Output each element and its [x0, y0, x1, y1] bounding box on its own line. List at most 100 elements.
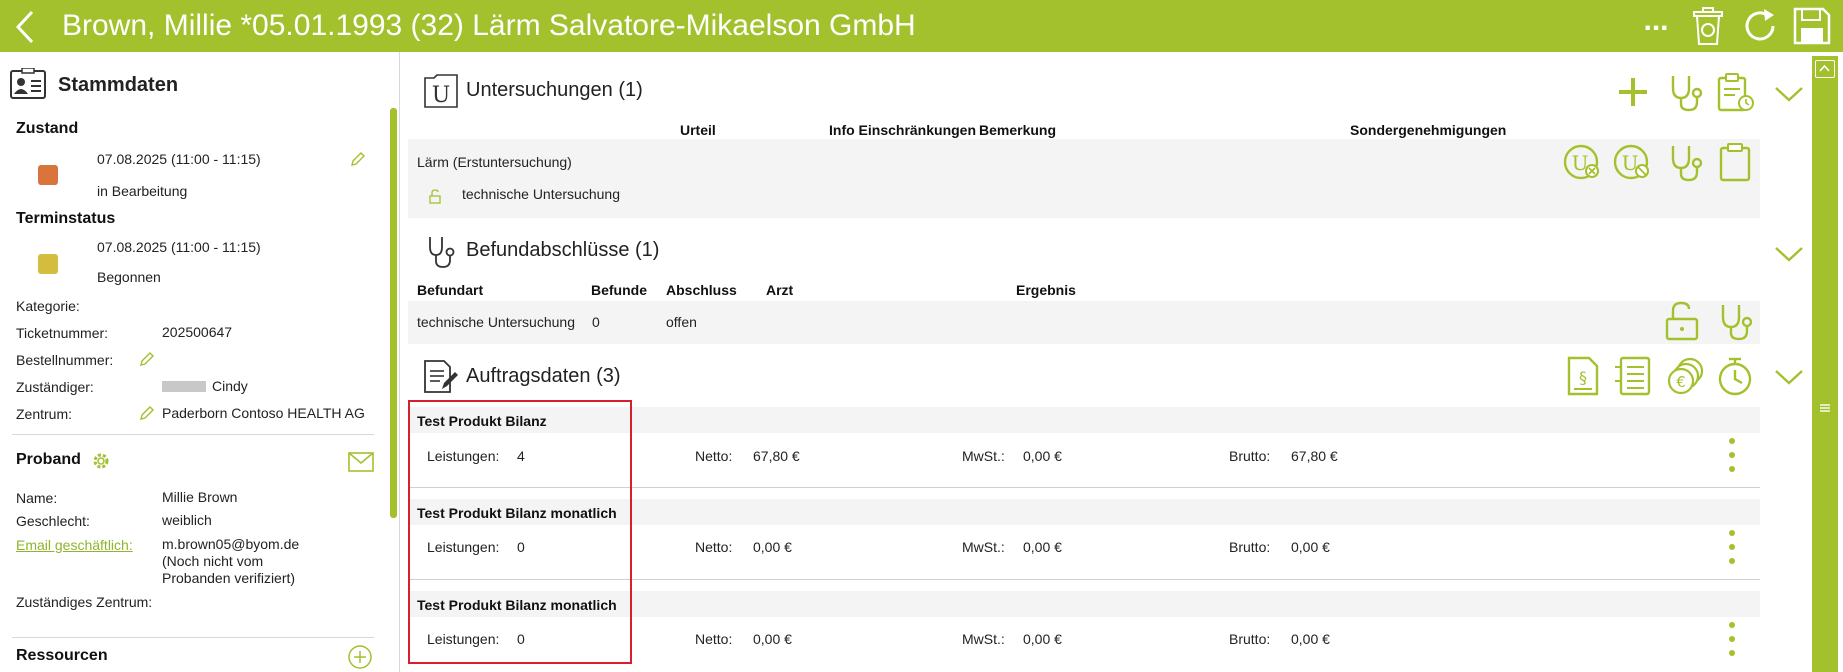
brutto-label: Brutto:: [1229, 539, 1271, 555]
stethoscope-section-icon: [429, 237, 455, 268]
urteil-block-icon[interactable]: U: [1613, 142, 1653, 182]
scroll-up-button[interactable]: [1815, 60, 1835, 78]
unlock-icon[interactable]: [1663, 301, 1703, 341]
save-icon[interactable]: [1792, 6, 1832, 46]
untersuchung-row[interactable]: [408, 139, 1760, 218]
stethoscope-icon[interactable]: [1715, 301, 1755, 341]
svg-text:€: €: [1676, 373, 1686, 391]
netto-label: Netto:: [695, 448, 733, 464]
mwst-value: 0,00 €: [1023, 539, 1062, 555]
befund-row[interactable]: [408, 301, 1760, 344]
add-circle-icon[interactable]: [348, 645, 372, 669]
zustand-status: in Bearbeitung: [97, 183, 188, 199]
edit-zentrum-pencil-icon[interactable]: [139, 405, 155, 421]
edit-bestellnummer-pencil-icon[interactable]: [139, 351, 155, 367]
zentrum-value: Paderborn Contoso HEALTH AG: [162, 405, 365, 421]
mwst-value: 0,00 €: [1023, 448, 1062, 464]
name-label: Name:: [16, 490, 58, 506]
svg-text:§: §: [1579, 368, 1587, 387]
befundabschluesse-title: Befundabschlüsse (1): [466, 239, 660, 261]
document-edit-icon: [424, 360, 458, 393]
page-title: Brown, Millie *05.01.1993 (32) Lärm Salv…: [62, 9, 916, 42]
zustaendiger-label: Zuständiger:: [16, 379, 94, 395]
edit-zustand-pencil-icon[interactable]: [350, 151, 366, 167]
divider: [12, 434, 374, 435]
add-plus-icon[interactable]: [1613, 72, 1653, 112]
kebab-menu-icon[interactable]: [1728, 529, 1736, 565]
id-card-icon: [10, 68, 46, 99]
stethoscope-icon[interactable]: [1665, 72, 1705, 112]
clipboard-icon[interactable]: [1715, 142, 1755, 182]
collapse-chevron-icon[interactable]: [1774, 244, 1804, 264]
stammdaten-title: Stammdaten: [58, 74, 179, 96]
proband-title: Proband: [16, 451, 81, 468]
refresh-icon[interactable]: [1740, 6, 1780, 46]
contract-paragraph-icon[interactable]: §: [1563, 356, 1603, 396]
col-befundart: Befundart: [417, 282, 484, 298]
zustand-date: 07.08.2025 (11:00 - 11:15): [97, 151, 261, 167]
zustaendiges-zentrum-label: Zuständiges Zentrum:: [16, 594, 153, 610]
left-scrollbar-thumb[interactable]: [390, 108, 397, 518]
kategorie-label: Kategorie:: [16, 298, 80, 314]
clipboard-schedule-icon[interactable]: [1715, 72, 1755, 112]
zentrum-label: Zentrum:: [16, 406, 73, 422]
befundart-value: technische Untersuchung: [417, 314, 575, 330]
zustaendiger-value: Cindy: [212, 378, 248, 394]
untersuchung-row-sub: technische Untersuchung: [462, 186, 620, 202]
more-options-button[interactable]: ...: [1636, 4, 1676, 44]
ticketnummer-value: 202500647: [162, 324, 233, 340]
chevron-up-icon: [1819, 64, 1830, 72]
brutto-label: Brutto:: [1229, 631, 1271, 647]
ticketnummer-label: Ticketnummer:: [16, 325, 109, 341]
netto-label: Netto:: [695, 539, 733, 555]
kebab-menu-icon[interactable]: [1728, 621, 1736, 657]
main-scrollbar[interactable]: [1812, 56, 1838, 672]
stethoscope-icon[interactable]: [1665, 142, 1705, 182]
brutto-label: Brutto:: [1229, 448, 1271, 464]
untersuchungen-title: Untersuchungen (1): [466, 79, 643, 101]
mail-icon[interactable]: [348, 452, 374, 472]
bestellnummer-label: Bestellnummer:: [16, 352, 114, 368]
col-bemerkung: Bemerkung: [979, 122, 1057, 138]
zustand-status-square: [38, 165, 58, 185]
geschlecht-label: Geschlecht:: [16, 513, 90, 529]
mwst-label: MwSt.:: [962, 631, 1005, 647]
app-header: Brown, Millie *05.01.1993 (32) Lärm Salv…: [0, 0, 1843, 52]
email-note-line1: (Noch nicht vom: [162, 553, 264, 569]
mwst-value: 0,00 €: [1023, 631, 1062, 647]
collapse-chevron-icon[interactable]: [1774, 84, 1804, 104]
brutto-value: 67,80 €: [1291, 448, 1338, 464]
email-geschaeftlich-link[interactable]: Email geschäftlich:: [16, 537, 133, 553]
email-value: m.brown05@byom.de: [162, 536, 300, 552]
col-info-einschraenkungen: Info Einschränkungen: [829, 122, 977, 138]
mwst-label: MwSt.:: [962, 539, 1005, 555]
collapse-chevron-icon[interactable]: [1774, 367, 1804, 387]
list-document-icon[interactable]: [1613, 356, 1653, 396]
stopwatch-icon[interactable]: [1715, 356, 1755, 396]
gear-icon[interactable]: [92, 452, 110, 470]
netto-label: Netto:: [695, 631, 733, 647]
kebab-menu-icon[interactable]: [1728, 437, 1736, 473]
netto-value: 0,00 €: [753, 539, 792, 555]
terminstatus-date: 07.08.2025 (11:00 - 11:15): [97, 239, 261, 255]
urteil-cancel-icon[interactable]: U: [1563, 142, 1603, 182]
unlock-small-icon: [429, 189, 441, 204]
euro-coins-icon[interactable]: €: [1665, 356, 1705, 396]
terminstatus-square: [38, 254, 58, 274]
col-arzt: Arzt: [766, 282, 794, 298]
auftragsdaten-title: Auftragsdaten (3): [466, 365, 621, 387]
col-urteil: Urteil: [680, 122, 716, 138]
mwst-label: MwSt.:: [962, 448, 1005, 464]
email-note-line2: Probanden verifiziert): [162, 570, 296, 586]
col-ergebnis: Ergebnis: [1016, 282, 1076, 298]
divider: [12, 637, 374, 638]
svg-text:U: U: [432, 83, 451, 108]
brutto-value: 0,00 €: [1291, 631, 1330, 647]
terminstatus-label: Terminstatus: [16, 210, 116, 227]
highlight-box: [408, 400, 632, 664]
zustand-label: Zustand: [16, 120, 79, 137]
col-abschluss: Abschluss: [666, 282, 737, 298]
scroll-grip-icon[interactable]: [1819, 402, 1831, 414]
back-arrow-icon[interactable]: [14, 10, 36, 44]
recycle-bin-icon[interactable]: [1690, 6, 1726, 46]
